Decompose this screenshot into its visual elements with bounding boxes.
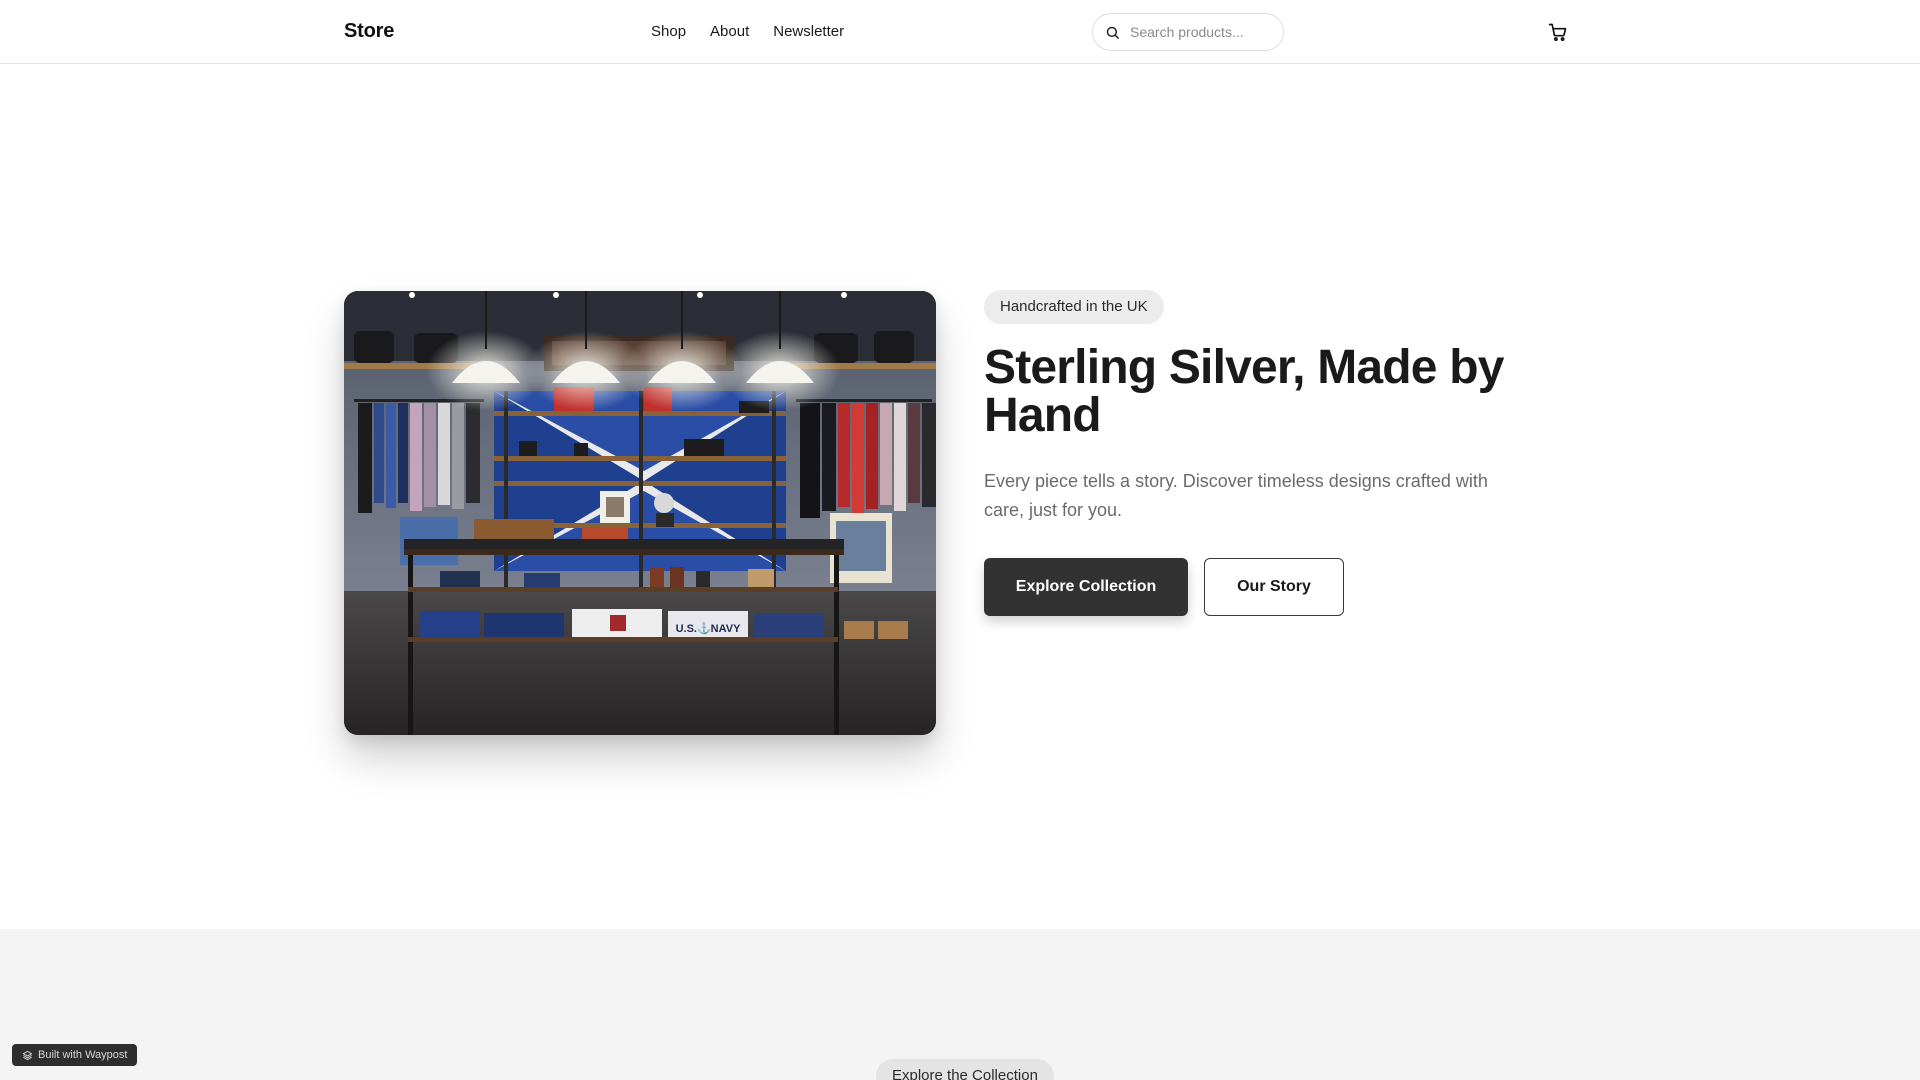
search-input[interactable]: [1130, 24, 1270, 40]
site-header: Store Shop About Newsletter: [0, 0, 1920, 64]
explore-collection-button[interactable]: Explore Collection: [984, 558, 1188, 616]
hero-title: Sterling Silver, Made by Hand: [984, 341, 1504, 442]
nav-link-shop[interactable]: Shop: [651, 23, 686, 40]
cart-button[interactable]: [1548, 22, 1568, 42]
layers-icon: [22, 1050, 33, 1060]
collection-section: [0, 929, 1920, 1080]
our-story-button[interactable]: Our Story: [1204, 558, 1344, 616]
built-with-badge[interactable]: Built with Waypost: [12, 1044, 138, 1066]
section-pill: Explore the Collection: [876, 1059, 1054, 1080]
hero-subtitle: Every piece tells a story. Discover time…: [984, 471, 1488, 520]
hero-image: U.S.⚓NAVY: [344, 291, 936, 735]
search-icon: [1106, 26, 1119, 39]
hero-badge: Handcrafted in the UK: [984, 290, 1164, 324]
nav-link-about[interactable]: About: [710, 23, 749, 40]
main-nav: Shop About Newsletter: [651, 23, 868, 40]
store-sign-text: U.S.⚓NAVY: [676, 622, 741, 635]
nav-link-newsletter[interactable]: Newsletter: [773, 23, 844, 40]
built-with-label: Built with Waypost: [38, 1049, 128, 1061]
search-box[interactable]: [1092, 13, 1284, 51]
brand-logo[interactable]: Store: [344, 20, 394, 43]
cart-icon: [1548, 23, 1567, 42]
